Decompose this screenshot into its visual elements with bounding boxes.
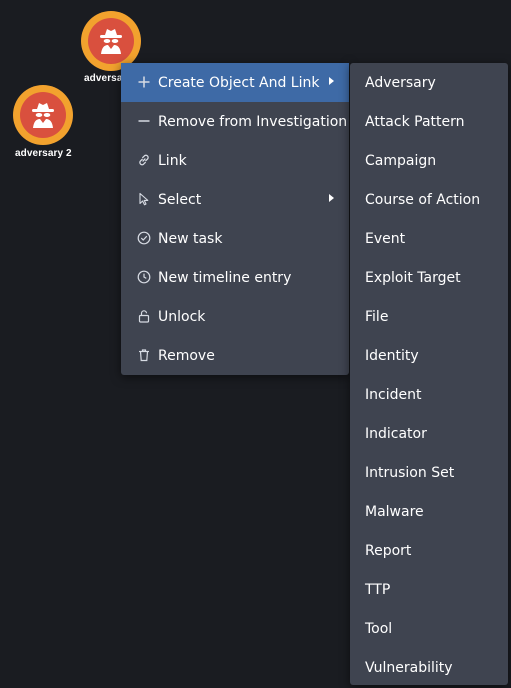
caret-right-icon: [329, 77, 334, 85]
menu-item-label: Unlock: [158, 308, 206, 325]
plus-icon: [137, 75, 151, 89]
menu-item-label: Create Object And Link: [158, 74, 320, 91]
menu-item-new-timeline-entry[interactable]: New timeline entry: [121, 258, 349, 297]
unlock-icon: [137, 309, 151, 323]
submenu-item-campaign[interactable]: Campaign: [350, 141, 508, 180]
minus-icon: [137, 114, 151, 128]
submenu-item-adversary[interactable]: Adversary: [350, 63, 508, 102]
submenu-item-vulnerability[interactable]: Vulnerability: [350, 648, 508, 687]
menu-item-unlock[interactable]: Unlock: [121, 297, 349, 336]
menu-item-create-object-and-link[interactable]: Create Object And Link: [121, 63, 349, 102]
submenu-item-report[interactable]: Report: [350, 531, 508, 570]
menu-item-new-task[interactable]: New task: [121, 219, 349, 258]
node-label: adversary 2: [15, 148, 72, 159]
menu-item-remove[interactable]: Remove: [121, 336, 349, 375]
create-object-submenu: Adversary Attack Pattern Campaign Course…: [350, 63, 508, 685]
submenu-item-indicator[interactable]: Indicator: [350, 414, 508, 453]
submenu-item-malware[interactable]: Malware: [350, 492, 508, 531]
submenu-item-attack-pattern[interactable]: Attack Pattern: [350, 102, 508, 141]
submenu-item-intrusion-set[interactable]: Intrusion Set: [350, 453, 508, 492]
menu-item-select[interactable]: Select: [121, 180, 349, 219]
spy-icon: [100, 29, 122, 54]
menu-item-label: Select: [158, 191, 202, 208]
submenu-item-ttp[interactable]: TTP: [350, 570, 508, 609]
node-circle: [88, 18, 134, 64]
spy-icon: [32, 103, 54, 128]
menu-item-label: Remove from Investigation: [158, 113, 348, 130]
caret-right-icon: [329, 194, 334, 202]
submenu-item-identity[interactable]: Identity: [350, 336, 508, 375]
context-menu: Create Object And Link Remove from Inves…: [121, 63, 349, 375]
menu-item-link[interactable]: Link: [121, 141, 349, 180]
graph-node-adversary-2[interactable]: [13, 85, 73, 145]
node-circle: [20, 92, 66, 138]
submenu-item-course-of-action[interactable]: Course of Action: [350, 180, 508, 219]
submenu-item-exploit-target[interactable]: Exploit Target: [350, 258, 508, 297]
submenu-item-tool[interactable]: Tool: [350, 609, 508, 648]
check-circle-icon: [137, 231, 151, 245]
menu-item-label: Link: [158, 152, 187, 169]
clock-icon: [137, 270, 151, 284]
graph-node-adversary[interactable]: [81, 11, 141, 71]
menu-item-label: New task: [158, 230, 223, 247]
link-icon: [137, 153, 151, 167]
submenu-item-incident[interactable]: Incident: [350, 375, 508, 414]
menu-item-remove-from-investigation[interactable]: Remove from Investigation: [121, 102, 349, 141]
submenu-item-event[interactable]: Event: [350, 219, 508, 258]
menu-item-label: Remove: [158, 347, 215, 364]
trash-icon: [137, 348, 151, 362]
menu-item-label: New timeline entry: [158, 269, 292, 286]
pointer-icon: [137, 192, 151, 206]
node-label: adversa: [84, 73, 123, 84]
submenu-item-file[interactable]: File: [350, 297, 508, 336]
